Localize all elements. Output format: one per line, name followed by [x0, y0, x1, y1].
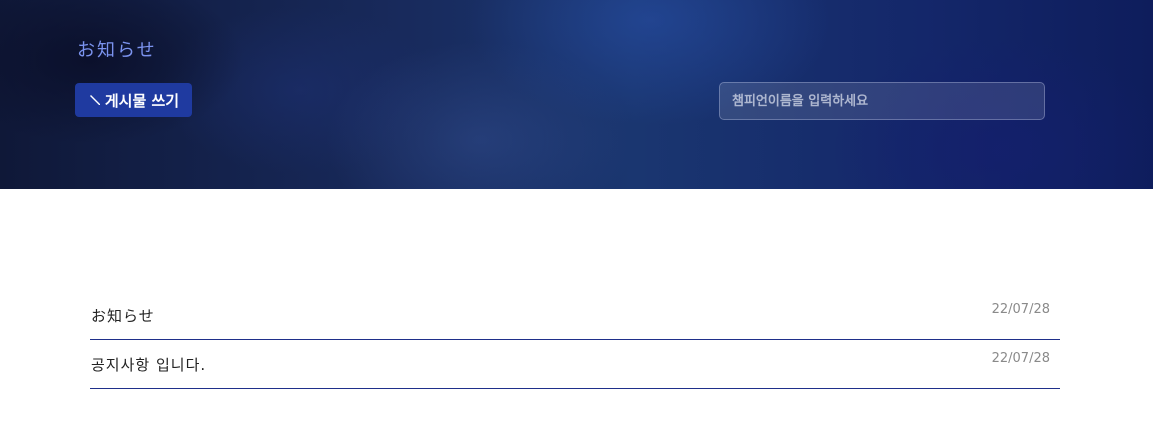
post-title: お知らせ	[91, 307, 155, 325]
champion-search-input[interactable]	[719, 82, 1045, 120]
page-title: お知らせ	[77, 40, 157, 61]
header-banner: お知らせ 게시물 쓰기	[0, 0, 1153, 189]
write-post-label: 게시물 쓰기	[104, 91, 180, 110]
post-date: 22/07/28	[991, 302, 1050, 317]
list-item[interactable]: お知らせ 22/07/28	[90, 291, 1060, 340]
post-date: 22/07/28	[991, 351, 1050, 366]
pencil-icon	[88, 93, 102, 107]
write-post-button[interactable]: 게시물 쓰기	[75, 83, 192, 117]
post-title: 공지사항 입니다.	[91, 356, 207, 374]
post-list: お知らせ 22/07/28 공지사항 입니다. 22/07/28	[90, 291, 1060, 389]
list-item[interactable]: 공지사항 입니다. 22/07/28	[90, 340, 1060, 389]
